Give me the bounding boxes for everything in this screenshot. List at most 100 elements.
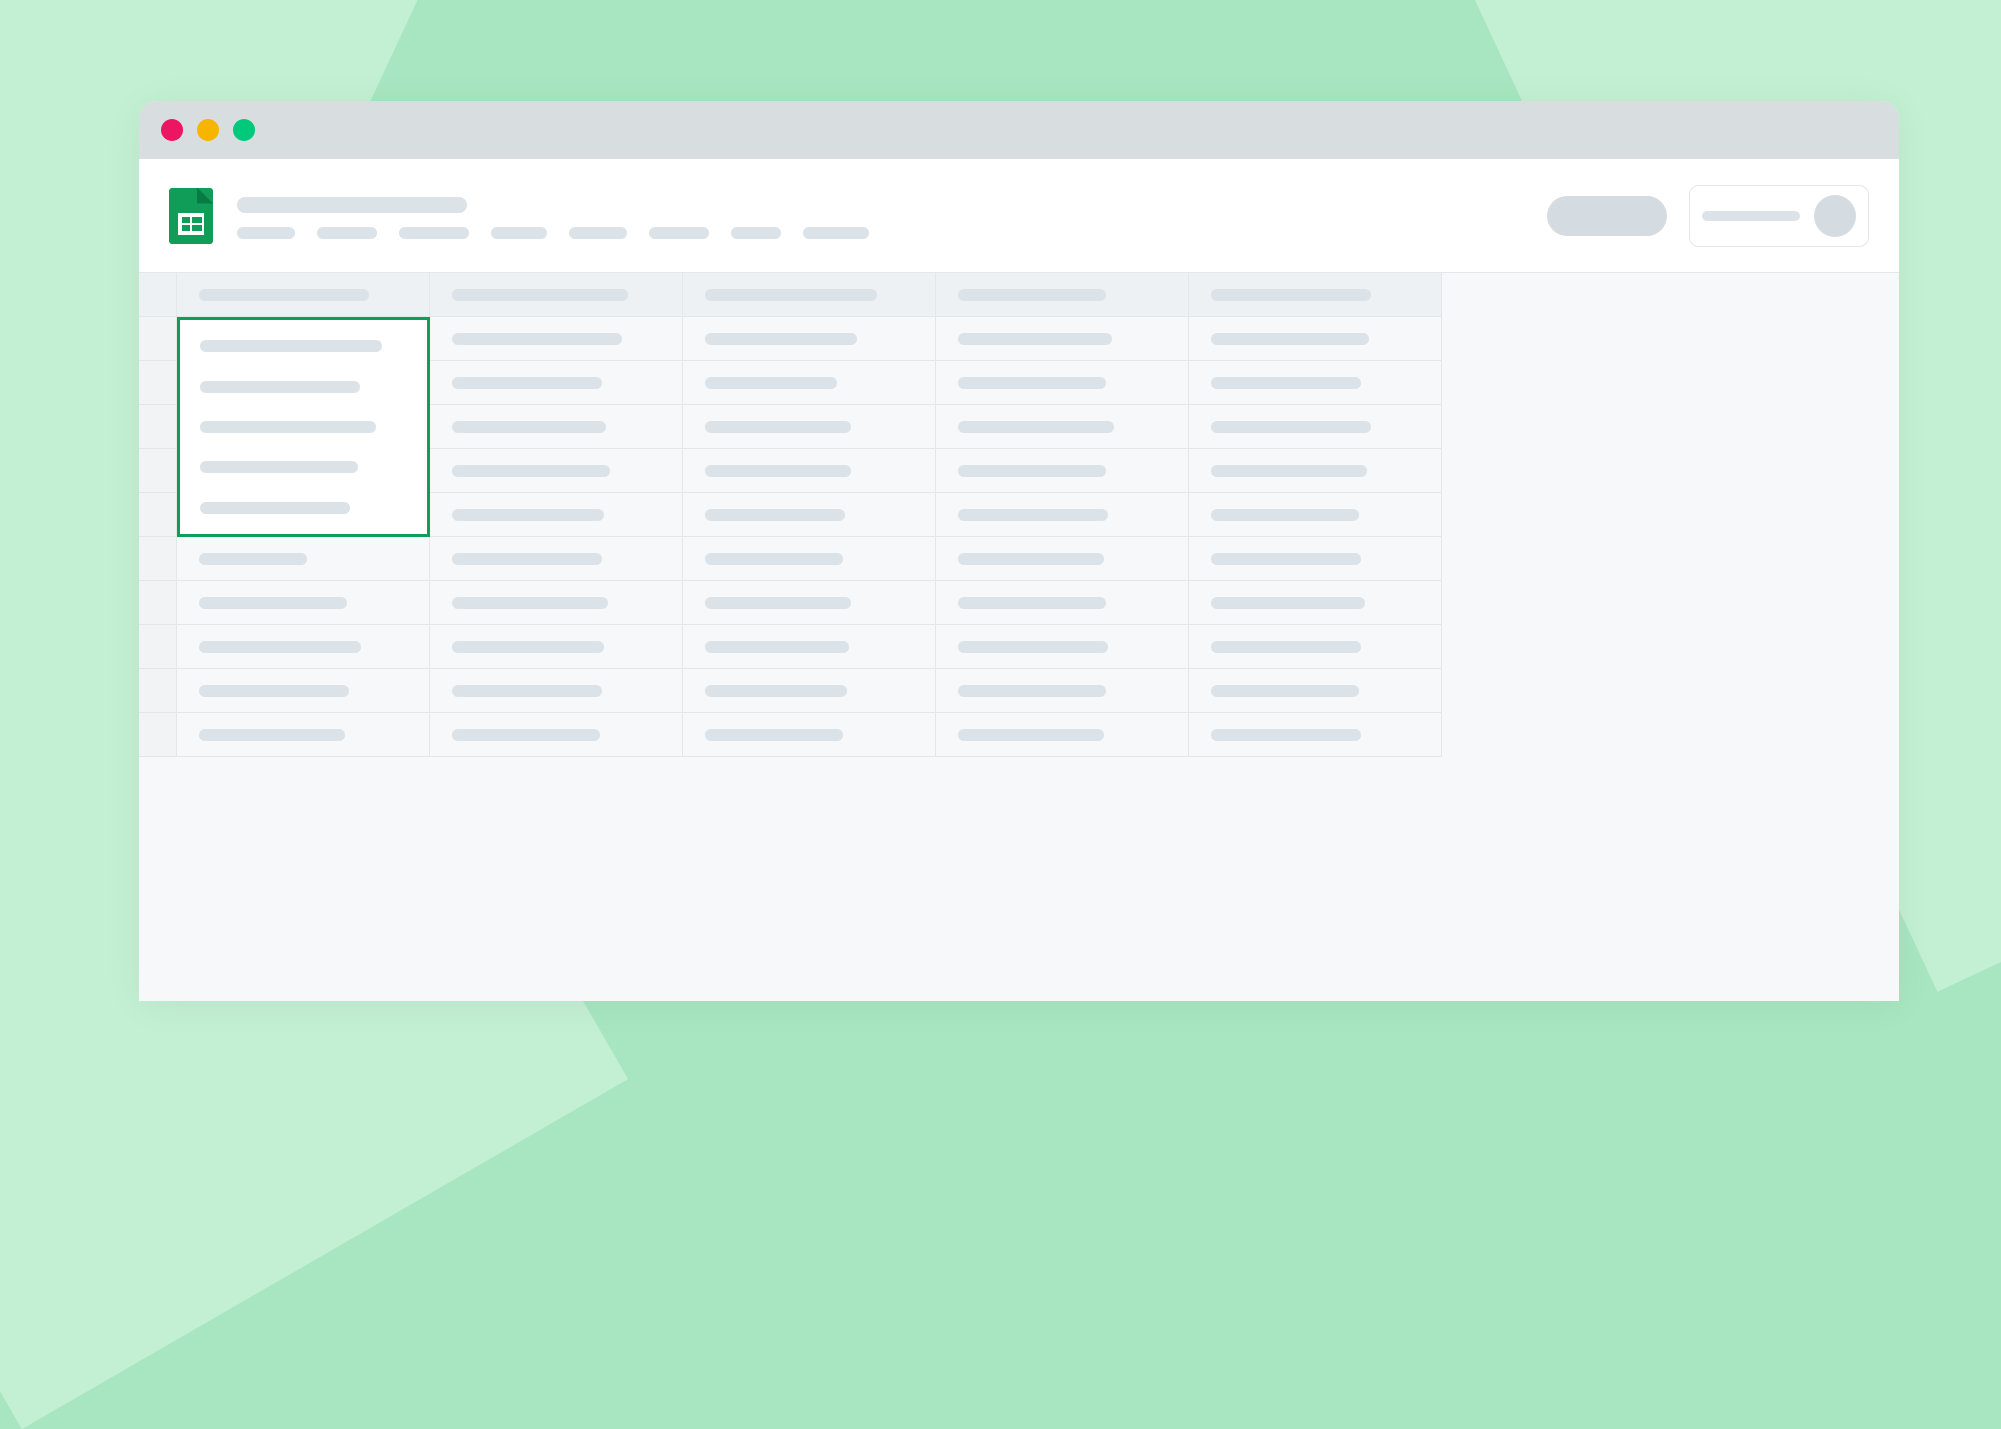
header-placeholder: [199, 289, 369, 301]
cell-placeholder: [199, 729, 345, 741]
cell-placeholder: [705, 729, 843, 741]
cell[interactable]: [1189, 361, 1442, 405]
row-header[interactable]: [139, 449, 177, 493]
cell[interactable]: [683, 405, 936, 449]
cell-placeholder: [958, 553, 1104, 565]
window-titlebar: [139, 101, 1899, 159]
account-button[interactable]: [1689, 185, 1869, 247]
cell[interactable]: [1189, 405, 1442, 449]
cell[interactable]: [936, 669, 1189, 713]
cell[interactable]: [430, 537, 683, 581]
cell[interactable]: [1189, 713, 1442, 757]
cell[interactable]: [936, 361, 1189, 405]
cell-placeholder: [452, 421, 606, 433]
cell[interactable]: [1189, 317, 1442, 361]
cell-placeholder: [705, 465, 851, 477]
cell[interactable]: [1189, 669, 1442, 713]
cell-placeholder: [200, 340, 382, 352]
row-header[interactable]: [139, 317, 177, 361]
menu-item[interactable]: [237, 227, 295, 239]
column-header[interactable]: [430, 273, 683, 317]
cell[interactable]: [1189, 449, 1442, 493]
cell[interactable]: [430, 361, 683, 405]
cell[interactable]: [683, 537, 936, 581]
row-header[interactable]: [139, 669, 177, 713]
column-header[interactable]: [177, 273, 430, 317]
row-header[interactable]: [139, 493, 177, 537]
column-header[interactable]: [1189, 273, 1442, 317]
close-icon[interactable]: [161, 119, 183, 141]
cell[interactable]: [936, 625, 1189, 669]
cell[interactable]: [430, 317, 683, 361]
cell-placeholder: [452, 641, 604, 653]
column-header[interactable]: [683, 273, 936, 317]
cell[interactable]: [430, 625, 683, 669]
cell[interactable]: [936, 537, 1189, 581]
doc-title-placeholder[interactable]: [237, 197, 467, 213]
cell[interactable]: [430, 405, 683, 449]
row-header[interactable]: [139, 581, 177, 625]
cell[interactable]: [936, 449, 1189, 493]
share-button[interactable]: [1547, 196, 1667, 236]
menu-item[interactable]: [491, 227, 547, 239]
menu-item[interactable]: [399, 227, 469, 239]
cell[interactable]: [177, 713, 430, 757]
select-all-corner[interactable]: [139, 273, 177, 317]
menu-item[interactable]: [569, 227, 627, 239]
cell[interactable]: [1189, 493, 1442, 537]
cell[interactable]: [1189, 625, 1442, 669]
cell[interactable]: [1189, 537, 1442, 581]
cell-placeholder: [1211, 729, 1361, 741]
cell[interactable]: [430, 581, 683, 625]
cell[interactable]: [430, 713, 683, 757]
cell-placeholder: [199, 641, 361, 653]
column-header[interactable]: [936, 273, 1189, 317]
cell[interactable]: [683, 361, 936, 405]
cell[interactable]: [683, 493, 936, 537]
header-placeholder: [1211, 289, 1371, 301]
header-center: [237, 193, 1523, 239]
minimize-icon[interactable]: [197, 119, 219, 141]
cell[interactable]: [177, 625, 430, 669]
header-placeholder: [705, 289, 877, 301]
row-header[interactable]: [139, 405, 177, 449]
cell[interactable]: [683, 669, 936, 713]
row-header[interactable]: [139, 537, 177, 581]
cell[interactable]: [683, 449, 936, 493]
cell[interactable]: [430, 669, 683, 713]
cell[interactable]: [177, 537, 430, 581]
cell-placeholder: [452, 553, 602, 565]
cell-placeholder: [705, 685, 847, 697]
cell[interactable]: [936, 317, 1189, 361]
cell[interactable]: [177, 581, 430, 625]
cell-placeholder: [958, 729, 1104, 741]
row-header[interactable]: [139, 361, 177, 405]
cell[interactable]: [683, 625, 936, 669]
cell-placeholder: [200, 461, 358, 473]
maximize-icon[interactable]: [233, 119, 255, 141]
menu-item[interactable]: [317, 227, 377, 239]
cell[interactable]: [936, 581, 1189, 625]
cell[interactable]: [1189, 581, 1442, 625]
menu-item[interactable]: [649, 227, 709, 239]
cell[interactable]: [936, 405, 1189, 449]
cell[interactable]: [430, 493, 683, 537]
cell[interactable]: [683, 713, 936, 757]
cell[interactable]: [430, 449, 683, 493]
cell[interactable]: [936, 493, 1189, 537]
cell[interactable]: [936, 713, 1189, 757]
cell-placeholder: [705, 333, 857, 345]
cell[interactable]: [683, 581, 936, 625]
row-header[interactable]: [139, 713, 177, 757]
cell-placeholder: [705, 641, 849, 653]
cell-placeholder: [1211, 553, 1361, 565]
cell-placeholder: [452, 509, 604, 521]
menu-item[interactable]: [731, 227, 781, 239]
menu-item[interactable]: [803, 227, 869, 239]
cell[interactable]: [177, 669, 430, 713]
cell-placeholder: [200, 502, 350, 514]
selection-range[interactable]: [177, 317, 430, 537]
row-header[interactable]: [139, 625, 177, 669]
cell-placeholder: [1211, 509, 1359, 521]
cell[interactable]: [683, 317, 936, 361]
